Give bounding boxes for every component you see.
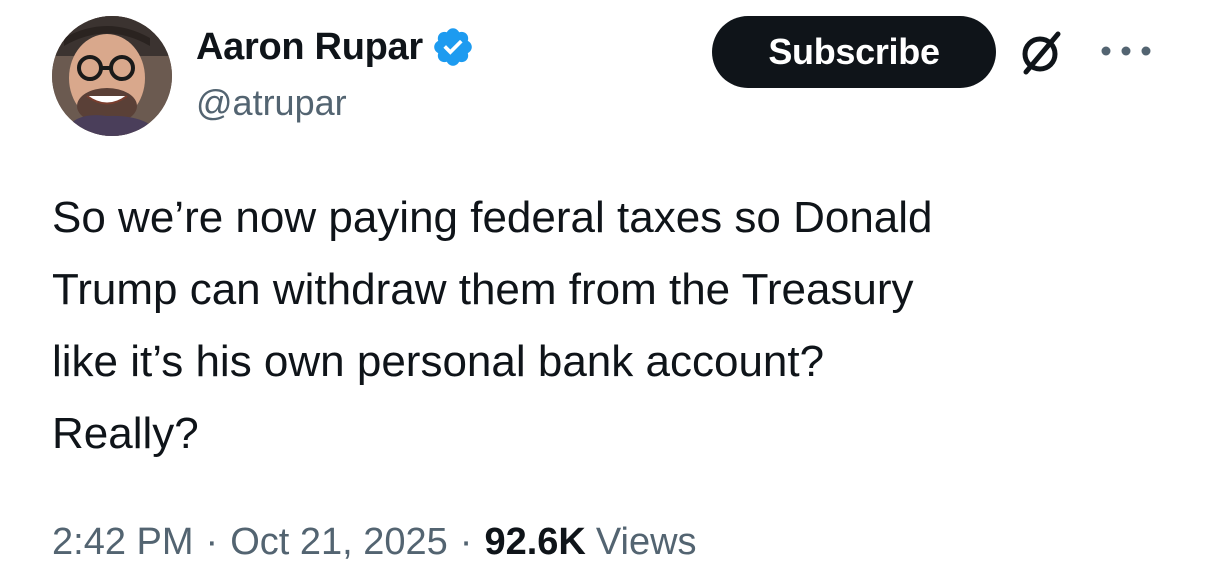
tweet-text-line: Really? xyxy=(52,409,199,458)
avatar[interactable] xyxy=(52,16,172,136)
views-count[interactable]: 92.6K xyxy=(484,521,585,564)
tweet-date[interactable]: Oct 21, 2025 xyxy=(230,521,448,564)
views-label: Views xyxy=(595,520,697,563)
tweet-meta: 2:42 PM · Oct 21, 2025 · 92.6K Views xyxy=(52,514,697,570)
tweet-text-line: like it’s his own personal bank account? xyxy=(52,337,825,386)
meta-separator: · xyxy=(205,520,219,563)
subscribe-button[interactable]: Subscribe xyxy=(712,16,996,88)
author-handle[interactable]: @atrupar xyxy=(196,82,347,124)
tweet-text-line: Trump can withdraw them from the Treasur… xyxy=(52,265,914,314)
tweet-text-line: So we’re now paying federal taxes so Don… xyxy=(52,193,933,242)
more-options-icon[interactable] xyxy=(1096,36,1156,66)
author-display-name[interactable]: Aaron Rupar xyxy=(196,26,423,69)
grok-icon[interactable] xyxy=(1014,26,1068,80)
meta-separator: · xyxy=(459,520,473,563)
avatar-image xyxy=(52,16,172,136)
tweet-card: Aaron Rupar @atrupar Subscribe So we’re … xyxy=(0,0,1206,587)
verified-badge-icon[interactable] xyxy=(431,25,475,69)
tweet-text: So we’re now paying federal taxes so Don… xyxy=(52,182,1162,470)
tweet-time[interactable]: 2:42 PM xyxy=(52,521,194,564)
author-name-row: Aaron Rupar xyxy=(196,22,475,72)
